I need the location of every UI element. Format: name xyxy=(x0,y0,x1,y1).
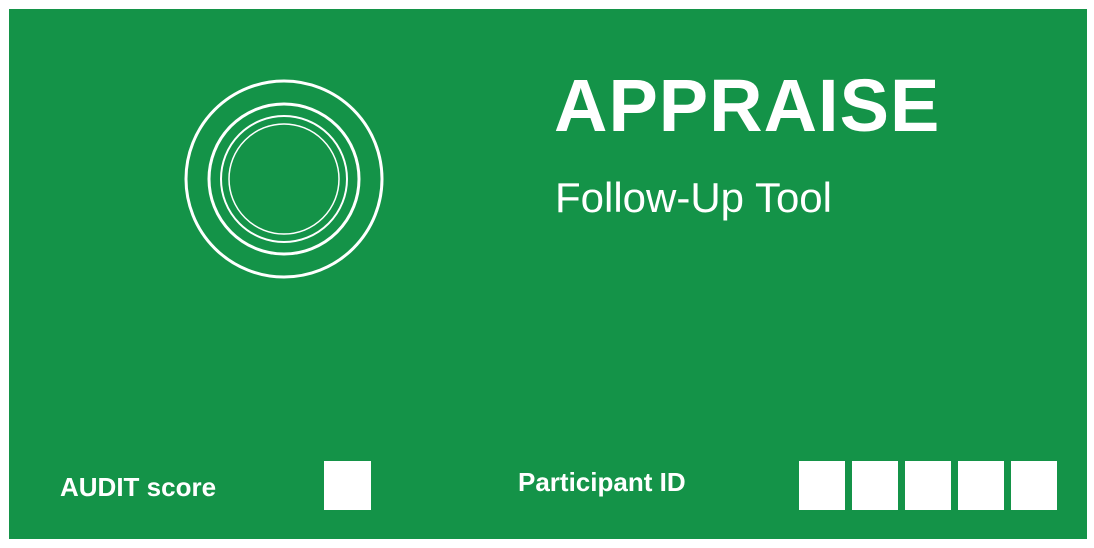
participant-id-box-3[interactable] xyxy=(905,461,951,510)
audit-score-label: AUDIT score xyxy=(60,472,217,502)
participant-id-label: Participant ID xyxy=(518,467,686,497)
participant-id-box-5[interactable] xyxy=(1011,461,1057,510)
participant-id-fields xyxy=(799,461,1057,510)
page-title: APPRAISE xyxy=(554,64,941,147)
participant-id-box-2[interactable] xyxy=(852,461,898,510)
audit-score-input[interactable] xyxy=(324,461,371,510)
participant-id-box-1[interactable] xyxy=(799,461,845,510)
cover-card: APPRAISE Follow-Up Tool AUDIT score Part… xyxy=(9,9,1087,539)
participant-id-box-4[interactable] xyxy=(958,461,1004,510)
page-subtitle: Follow-Up Tool xyxy=(555,174,832,221)
concentric-circles-icon xyxy=(179,74,389,284)
